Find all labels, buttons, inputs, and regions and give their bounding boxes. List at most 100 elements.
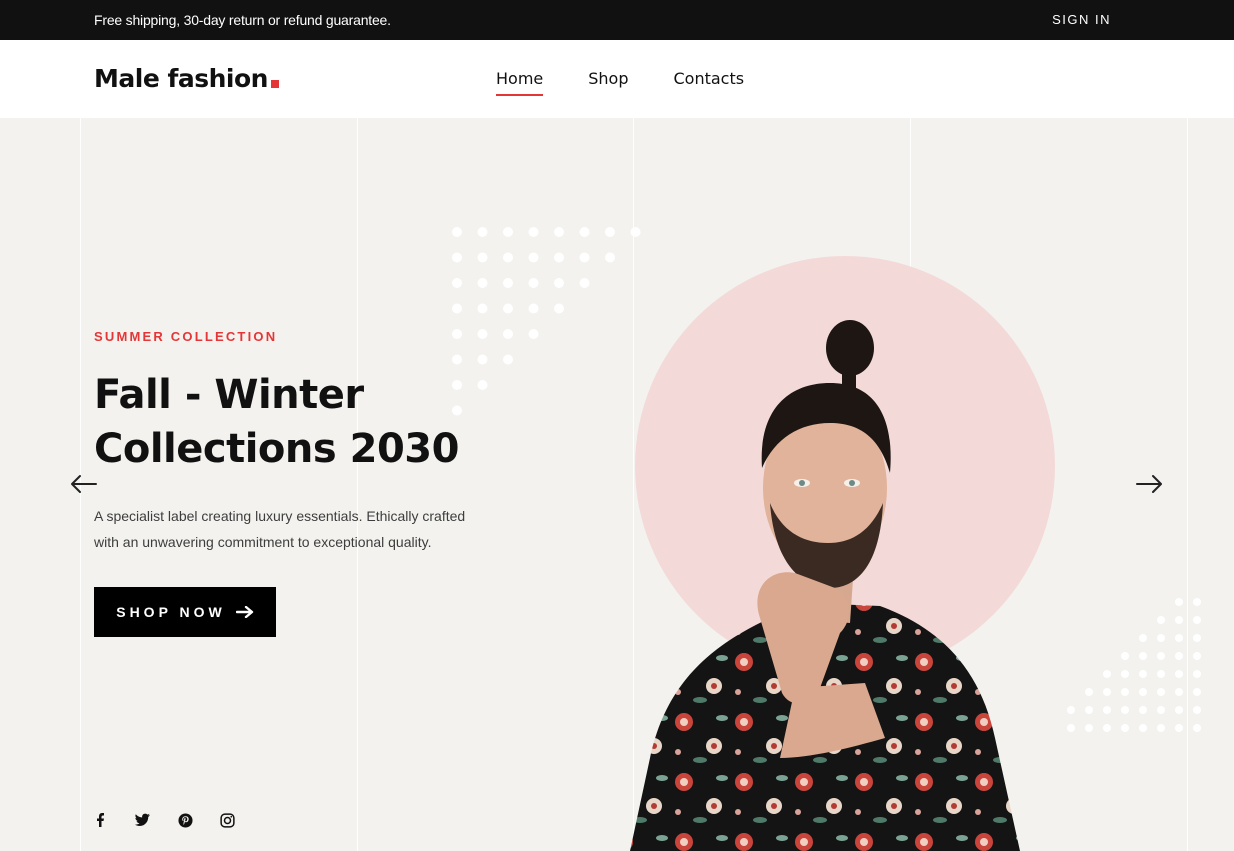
arrow-right-icon xyxy=(1136,475,1162,493)
shipping-notice: Free shipping, 30-day return or refund g… xyxy=(94,12,391,28)
pattern-dot xyxy=(1193,688,1201,696)
pattern-dot xyxy=(579,278,590,288)
facebook-link[interactable] xyxy=(92,811,110,829)
pattern-dot xyxy=(579,227,590,237)
pattern-dot xyxy=(503,278,513,288)
pattern-dot xyxy=(1193,706,1201,714)
slider-prev-button[interactable] xyxy=(69,472,99,496)
hero-description-line2: with an unwavering commitment to excepti… xyxy=(94,534,432,550)
pattern-dot xyxy=(503,303,513,314)
shop-now-button[interactable]: SHOP NOW xyxy=(94,587,276,637)
pattern-dot xyxy=(579,252,590,263)
pattern-dot xyxy=(554,252,564,263)
logo-dot xyxy=(270,80,279,88)
pattern-dot xyxy=(528,303,539,314)
site-header: Male fashion Home Shop Contacts xyxy=(0,40,1234,118)
arrow-left-icon xyxy=(71,475,97,493)
hero-description-line1: A specialist label creating luxury essen… xyxy=(94,508,466,524)
hero-subtitle: SUMMER COLLECTION xyxy=(94,329,278,344)
pattern-dot xyxy=(503,252,513,263)
site-logo[interactable]: Male fashion xyxy=(94,64,279,93)
nav-item-contacts[interactable]: Contacts xyxy=(674,69,745,96)
twitter-icon xyxy=(135,813,150,826)
pattern-dot xyxy=(1139,670,1147,678)
pattern-dot xyxy=(630,227,641,237)
pattern-dot xyxy=(554,227,564,237)
pattern-dot xyxy=(1157,688,1165,696)
pattern-dot xyxy=(1175,634,1183,642)
pattern-dot xyxy=(1193,634,1201,642)
hero-description: A specialist label creating luxury essen… xyxy=(94,503,504,555)
pattern-dot xyxy=(1175,706,1183,714)
pattern-dot xyxy=(452,252,462,263)
pattern-dot xyxy=(605,252,615,263)
facebook-icon xyxy=(97,813,104,827)
pattern-dot xyxy=(1085,688,1093,696)
arrow-right-icon xyxy=(235,606,253,618)
pattern-dot xyxy=(1157,616,1165,624)
instagram-link[interactable] xyxy=(218,811,236,829)
hero-title-line2: Collections 2030 xyxy=(94,426,459,472)
slider-next-button[interactable] xyxy=(1134,472,1164,496)
pattern-dot xyxy=(1193,616,1201,624)
pattern-dot xyxy=(1175,670,1183,678)
pattern-dot xyxy=(477,303,488,314)
pattern-dot xyxy=(477,252,488,263)
pattern-dot xyxy=(1121,706,1129,714)
pattern-dot xyxy=(1193,652,1201,660)
pattern-dot xyxy=(528,278,539,288)
pattern-dot xyxy=(1067,706,1075,714)
pattern-dot xyxy=(1175,724,1183,732)
twitter-link[interactable] xyxy=(134,811,152,829)
pattern-dot xyxy=(1067,724,1075,732)
pattern-dot xyxy=(477,354,488,365)
pattern-dot xyxy=(1157,706,1165,714)
grid-line xyxy=(357,118,358,851)
pattern-dot xyxy=(1103,724,1111,732)
nav-item-home[interactable]: Home xyxy=(496,69,544,96)
pattern-dot xyxy=(452,303,462,314)
pattern-dot xyxy=(528,329,539,339)
pattern-dot xyxy=(1121,688,1129,696)
pattern-dot xyxy=(1139,634,1147,642)
pattern-dot xyxy=(452,354,462,365)
pattern-dot xyxy=(1103,706,1111,714)
pattern-dot xyxy=(1139,688,1147,696)
pattern-dot xyxy=(1193,670,1201,678)
pattern-dot xyxy=(1085,706,1093,714)
pinterest-icon xyxy=(177,812,193,828)
top-bar: Free shipping, 30-day return or refund g… xyxy=(0,0,1234,40)
pattern-dot xyxy=(1157,652,1165,660)
pattern-dot xyxy=(1139,652,1147,660)
pattern-dot xyxy=(1193,724,1201,732)
pattern-dot xyxy=(528,252,539,263)
pattern-dot xyxy=(1157,670,1165,678)
pattern-dot xyxy=(477,329,488,339)
main-nav: Home Shop Contacts xyxy=(496,69,744,96)
pattern-dot xyxy=(605,227,615,237)
pattern-dot xyxy=(452,278,462,288)
pattern-dot xyxy=(503,354,513,365)
pinterest-link[interactable] xyxy=(176,811,194,829)
pattern-dot xyxy=(1121,724,1129,732)
pattern-dot xyxy=(503,227,513,237)
pattern-dot xyxy=(452,329,462,339)
pattern-dot xyxy=(1175,598,1183,606)
pattern-dot xyxy=(1139,724,1147,732)
hero-slider: SUMMER COLLECTION Fall - Winter Collecti… xyxy=(0,118,1234,851)
pattern-dot xyxy=(1175,688,1183,696)
hero-title: Fall - Winter Collections 2030 xyxy=(94,368,514,476)
pattern-dot xyxy=(1103,688,1111,696)
hero-model-image xyxy=(630,320,1020,851)
pattern-dot xyxy=(1103,670,1111,678)
sign-in-link[interactable]: SIGN IN xyxy=(1052,12,1111,27)
logo-text: Male fashion xyxy=(94,64,268,93)
pattern-dot xyxy=(503,329,513,339)
pattern-dot xyxy=(1157,724,1165,732)
hero-title-line1: Fall - Winter xyxy=(94,372,364,418)
pattern-dot xyxy=(554,303,564,314)
pattern-dot xyxy=(1121,652,1129,660)
pattern-dot xyxy=(528,227,539,237)
nav-item-shop[interactable]: Shop xyxy=(588,69,628,96)
social-links xyxy=(92,811,236,829)
